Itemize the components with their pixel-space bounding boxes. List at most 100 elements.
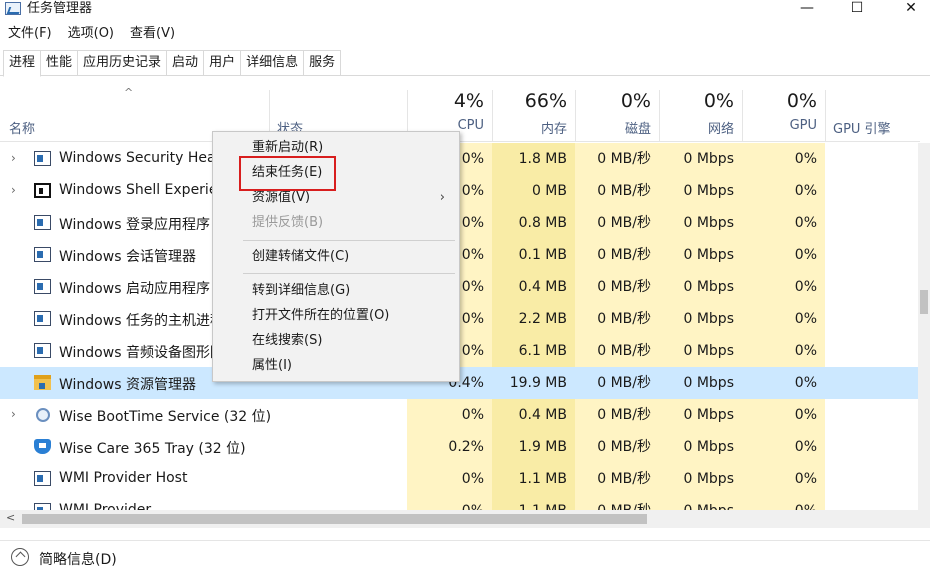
ctx-properties[interactable]: 属性(I): [213, 354, 459, 378]
expand-chevron-icon[interactable]: ›: [11, 407, 16, 421]
memory-label: 内存: [540, 122, 567, 137]
horizontal-scrollbar[interactable]: <: [0, 510, 930, 528]
cell-net: 0 Mbps: [683, 375, 734, 391]
cell-net: 0 Mbps: [659, 495, 742, 510]
cell-mem: 1.1 MB: [492, 495, 575, 510]
tab-services[interactable]: 服务: [304, 50, 342, 76]
cell-disk: 0 MB/秒: [597, 375, 651, 391]
table-row[interactable]: Wise Care 365 Tray (32 位) 0.2% 1.9 MB 0 MB/…: [0, 431, 918, 463]
cell-gpu: 0%: [742, 143, 825, 175]
cell-net: 0 Mbps: [659, 271, 742, 303]
ctx-open-file-location[interactable]: 打开文件所在的位置(O): [213, 304, 459, 328]
collapse-chevron-icon[interactable]: [11, 548, 29, 566]
cell-gpu: 0%: [742, 271, 825, 303]
column-memory[interactable]: 66% 内存: [492, 76, 575, 142]
process-name: Wise BootTime Service (32 位): [59, 409, 272, 425]
ctx-go-to-details[interactable]: 转到详细信息(G): [213, 279, 459, 303]
cell-mem: 0.4 MB: [492, 399, 575, 431]
column-network[interactable]: 0% 网络: [659, 76, 742, 142]
cell-net: 0 Mbps: [659, 143, 742, 175]
horizontal-scroll-thumb[interactable]: [22, 514, 647, 524]
process-name: Wise Care 365 Tray (32 位): [59, 441, 246, 457]
cell-cpu: 0.2%: [407, 431, 492, 463]
table-row[interactable]: WMI Provider Host 0% 1.1 MB 0 MB/秒 0 Mbps 0%: [0, 463, 918, 495]
vertical-scrollbar[interactable]: [918, 143, 930, 510]
cell-cpu: 0%: [407, 495, 492, 510]
ctx-search-online[interactable]: 在线搜索(S): [213, 329, 459, 353]
column-separator[interactable]: [825, 90, 826, 142]
cell-gpu: 0%: [742, 463, 825, 495]
minimize-button[interactable]: —: [784, 0, 830, 20]
process-name: Windows 启动应用程序: [59, 281, 210, 297]
ctx-item-label: 在线搜索(S): [252, 333, 323, 348]
cell-mem: 0.4 MB: [492, 271, 575, 303]
ctx-feedback: 提供反馈(B): [213, 211, 459, 235]
cell-gpu: 0%: [742, 239, 825, 271]
ctx-item-label: 打开文件所在的位置(O): [252, 308, 390, 323]
ctx-item-label: 重新启动(R): [252, 140, 324, 155]
menu-bar: 文件(F) 选项(O) 查看(V): [0, 23, 181, 45]
cpu-label: CPU: [457, 118, 484, 133]
table-row[interactable]: WMI Provider0%1.1 MB0 MB/秒0 Mbps0%: [0, 495, 918, 510]
cell-disk: 0 MB/秒: [575, 175, 659, 207]
menu-separator: [243, 273, 455, 274]
cell-mem: 0.1 MB: [492, 239, 575, 271]
expand-chevron-icon[interactable]: ›: [11, 151, 16, 165]
security-icon: [34, 151, 51, 166]
cell-gpu: 0%: [742, 399, 825, 431]
app-window-icon: [34, 215, 51, 230]
tab-strip: 进程 性能 应用历史记录 启动 用户 详细信息 服务: [3, 50, 342, 77]
sort-arrow-icon: ^: [124, 86, 134, 99]
cell-net: 0 Mbps: [659, 239, 742, 271]
cell-disk: 0 MB/秒: [575, 271, 659, 303]
tab-app-history[interactable]: 应用历史记录: [78, 50, 168, 76]
cell-disk: 0 MB/秒: [575, 335, 659, 367]
shell-icon: [34, 183, 51, 198]
tab-processes[interactable]: 进程: [3, 50, 42, 77]
column-disk[interactable]: 0% 磁盘: [575, 76, 659, 142]
cell-gpu: 0%: [794, 375, 817, 391]
maximize-button[interactable]: ☐: [834, 0, 880, 20]
column-gpu[interactable]: 0% GPU: [742, 76, 825, 142]
window-title: 任务管理器: [27, 1, 93, 16]
tab-startup[interactable]: 启动: [167, 50, 205, 76]
process-name: Windows 音频设备图形隔: [59, 345, 224, 361]
column-name[interactable]: 名称: [9, 118, 35, 137]
tab-details[interactable]: 详细信息: [241, 50, 305, 76]
menu-options[interactable]: 选项(O): [58, 23, 120, 45]
cell-mem: 2.2 MB: [492, 303, 575, 335]
ctx-create-dump[interactable]: 创建转储文件(C): [213, 245, 459, 269]
process-name: Windows Security Healt: [59, 150, 225, 166]
close-button[interactable]: ✕: [888, 0, 930, 20]
cell-cpu: 0%: [407, 399, 492, 431]
tab-users[interactable]: 用户: [204, 50, 242, 76]
menu-file[interactable]: 文件(F): [0, 23, 58, 45]
menu-view[interactable]: 查看(V): [120, 23, 181, 45]
cell-net: 0 Mbps: [659, 335, 742, 367]
end-task-highlight: [239, 156, 336, 191]
vertical-scroll-thumb[interactable]: [920, 290, 928, 314]
cell-mem: 1.9 MB: [492, 431, 575, 463]
app-window-icon: [34, 247, 51, 262]
process-name: Windows 会话管理器: [59, 249, 196, 265]
app-window-icon: [34, 311, 51, 326]
column-gpu-engine[interactable]: GPU 引擎: [833, 118, 891, 137]
cell-mem: 19.9 MB: [509, 375, 567, 391]
cell-disk: 0 MB/秒: [575, 143, 659, 175]
task-manager-icon: [5, 2, 21, 15]
expand-chevron-icon[interactable]: ›: [11, 183, 16, 197]
cell-disk: 0 MB/秒: [575, 463, 659, 495]
app-window-icon: [34, 343, 51, 358]
table-row[interactable]: › Wise BootTime Service (32 位) 0% 0.4 MB 0 M…: [0, 399, 918, 431]
tab-performance[interactable]: 性能: [41, 50, 79, 76]
network-label: 网络: [707, 122, 734, 137]
fewer-details-link[interactable]: 简略信息(D): [39, 549, 117, 569]
cell-disk: 0 MB/秒: [575, 399, 659, 431]
process-name: WMI Provider: [59, 502, 152, 510]
cell-gpu: 0%: [742, 495, 825, 510]
footer: 简略信息(D): [0, 540, 930, 573]
app-window-icon: [34, 503, 51, 510]
scroll-left-icon[interactable]: <: [6, 511, 15, 524]
submenu-chevron-icon: ›: [439, 190, 445, 205]
app-window-icon: [34, 279, 51, 294]
